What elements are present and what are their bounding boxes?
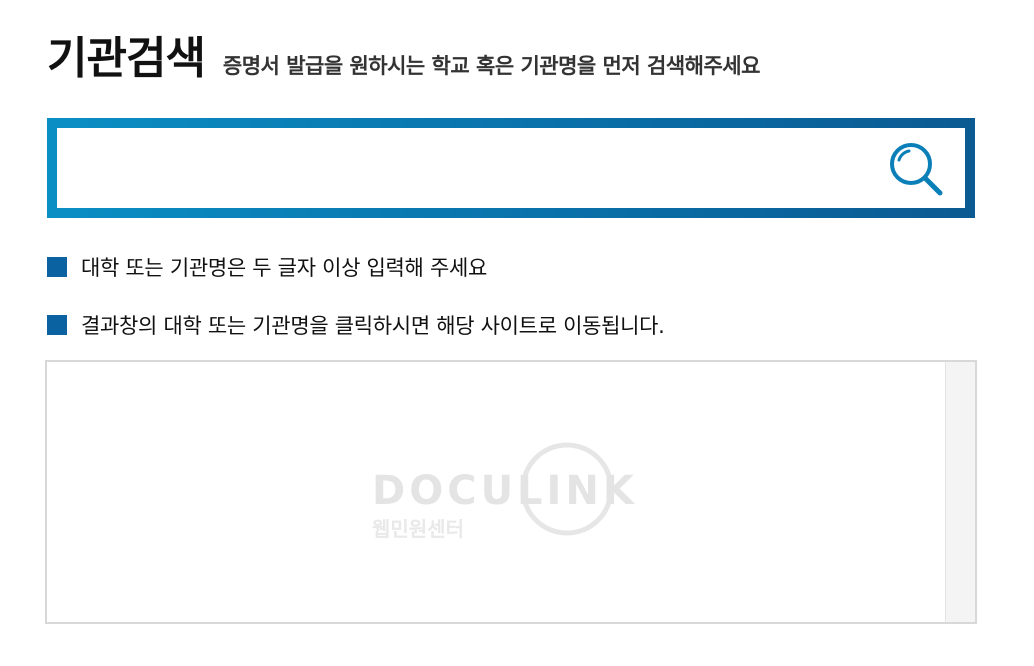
results-scrollbar[interactable]	[945, 362, 975, 622]
note-item: 대학 또는 기관명은 두 글자 이상 입력해 주세요	[47, 248, 665, 286]
note-text: 대학 또는 기관명은 두 글자 이상 입력해 주세요	[81, 256, 488, 280]
square-bullet-icon	[47, 315, 67, 335]
watermark-sub-text: 웹민원센터	[372, 517, 464, 541]
search-results-panel: DOCULINK 웹민원센터	[45, 360, 977, 624]
search-inner	[57, 128, 965, 208]
page-subtitle: 증명서 발급을 원하시는 학교 혹은 기관명을 먼저 검색해주세요	[222, 54, 761, 78]
doculink-watermark-logo: DOCULINK 웹민원센터	[372, 438, 657, 548]
search-input[interactable]	[57, 128, 857, 208]
page-title: 기관검색	[47, 33, 206, 84]
watermark-logo-text: DOCULINK	[372, 468, 638, 514]
note-text: 결과창의 대학 또는 기관명을 클릭하시면 해당 사이트로 이동됩니다.	[81, 314, 665, 338]
institution-search-page: 기관검색 증명서 발급을 원하시는 학교 혹은 기관명을 먼저 검색해주세요 대…	[0, 0, 1034, 666]
search-button[interactable]	[885, 138, 947, 200]
note-item: 결과창의 대학 또는 기관명을 클릭하시면 해당 사이트로 이동됩니다.	[47, 306, 665, 344]
page-header: 기관검색 증명서 발급을 원하시는 학교 혹은 기관명을 먼저 검색해주세요	[47, 22, 760, 86]
search-icon	[890, 143, 943, 196]
square-bullet-icon	[47, 257, 67, 277]
search-notes: 대학 또는 기관명은 두 글자 이상 입력해 주세요 결과창의 대학 또는 기관…	[47, 248, 665, 364]
search-box	[47, 118, 975, 218]
